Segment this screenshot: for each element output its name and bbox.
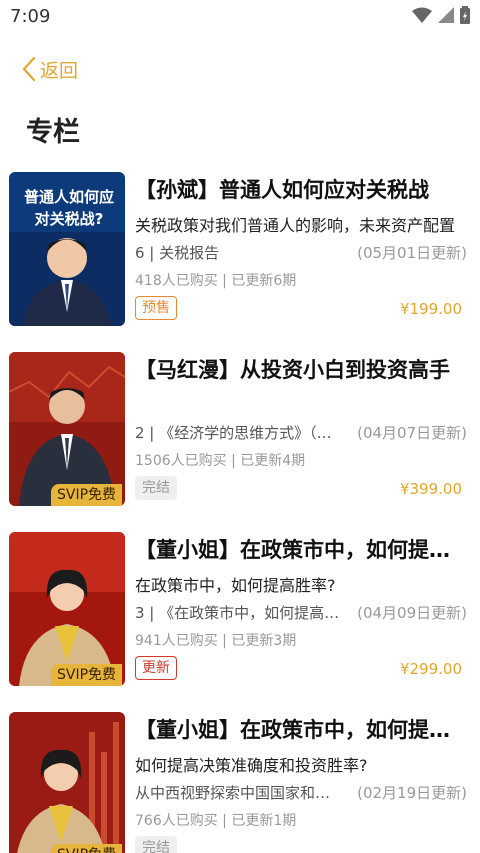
- column-thumbnail: SVIP免费: [9, 712, 125, 853]
- svip-badge: SVIP免费: [51, 484, 123, 506]
- column-source: 6 | 关税报告: [135, 244, 220, 262]
- status-time: 7:09: [10, 6, 51, 27]
- page-title: 专栏: [26, 117, 80, 148]
- column-meta: 6 | 关税报告 (05月01日更新): [135, 242, 467, 263]
- status-badge: 预售: [135, 296, 177, 320]
- column-updated: (05月01日更新): [357, 244, 467, 262]
- signal-icon: [438, 7, 454, 23]
- column-description: 在政策市中，如何提高胜率?: [135, 576, 336, 595]
- wifi-icon: [412, 7, 432, 23]
- back-label: 返回: [40, 59, 79, 82]
- column-price: ¥199.00: [399, 300, 462, 318]
- status-badge: 完结: [135, 836, 177, 853]
- column-meta: 从中西视野探索中国国家和… (02月19日更新): [135, 782, 467, 803]
- column-title: 【董小姐】在政策市中，如何提高决策准确度: [135, 718, 465, 742]
- column-thumbnail: SVIP免费: [9, 532, 125, 686]
- column-meta: 3 | 《在政策市中，如何提高胜率》 (04月09日更新): [135, 602, 467, 623]
- column-item[interactable]: SVIP免费 【董小姐】在政策市中，如何提高决策准确度 如何提高决策准确度和投资…: [0, 710, 480, 853]
- status-badge: 更新: [135, 656, 177, 680]
- column-stats: 766人已购买 | 已更新1期: [135, 813, 297, 829]
- back-button[interactable]: 返回: [22, 54, 78, 84]
- column-updated: (04月07日更新): [357, 424, 467, 442]
- status-icons: [412, 6, 470, 24]
- battery-icon: [460, 6, 470, 24]
- column-thumbnail: SVIP免费: [9, 352, 125, 506]
- column-list: 普通人如何应对关税战? 【孙斌】普通人如何应对关税战 关税政策对我们普通人的影响…: [0, 170, 480, 853]
- column-title: 【董小姐】在政策市中，如何提高胜率: [135, 538, 465, 562]
- status-badge: 完结: [135, 476, 177, 500]
- column-updated: (02月19日更新): [357, 784, 467, 802]
- column-source: 从中西视野探索中国国家和…: [135, 784, 331, 802]
- column-meta: 2 | 《经济学的思维方式》（… (04月07日更新): [135, 422, 467, 443]
- column-title: 【孙斌】普通人如何应对关税战: [135, 178, 429, 202]
- column-description: 关税政策对我们普通人的影响，未来资产配置: [135, 216, 456, 235]
- column-price: ¥399.00: [399, 480, 462, 498]
- column-price: ¥299.00: [399, 660, 462, 678]
- thumbnail-caption: 普通人如何应对关税战?: [23, 188, 114, 228]
- column-source: 3 | 《在政策市中，如何提高胜率》: [135, 604, 350, 622]
- column-updated: (04月09日更新): [357, 604, 467, 622]
- svip-badge: SVIP免费: [51, 664, 123, 686]
- column-stats: 418人已购买 | 已更新6期: [135, 273, 297, 289]
- status-bar: 7:09: [0, 0, 480, 32]
- column-source: 2 | 《经济学的思维方式》（…: [135, 424, 332, 442]
- column-item[interactable]: 普通人如何应对关税战? 【孙斌】普通人如何应对关税战 关税政策对我们普通人的影响…: [0, 170, 480, 350]
- column-stats: 941人已购买 | 已更新3期: [135, 633, 297, 649]
- chevron-left-icon: [22, 56, 36, 82]
- column-stats: 1506人已购买 | 已更新4期: [135, 453, 306, 469]
- column-thumbnail: 普通人如何应对关税战?: [9, 172, 125, 326]
- column-item[interactable]: SVIP免费 【董小姐】在政策市中，如何提高胜率 在政策市中，如何提高胜率? 3…: [0, 530, 480, 710]
- column-item[interactable]: SVIP免费 【马红漫】从投资小白到投资高手 2 | 《经济学的思维方式》（… …: [0, 350, 480, 530]
- column-title: 【马红漫】从投资小白到投资高手: [135, 358, 450, 382]
- svip-badge: SVIP免费: [51, 844, 123, 853]
- column-description: 如何提高决策准确度和投资胜率?: [135, 756, 368, 775]
